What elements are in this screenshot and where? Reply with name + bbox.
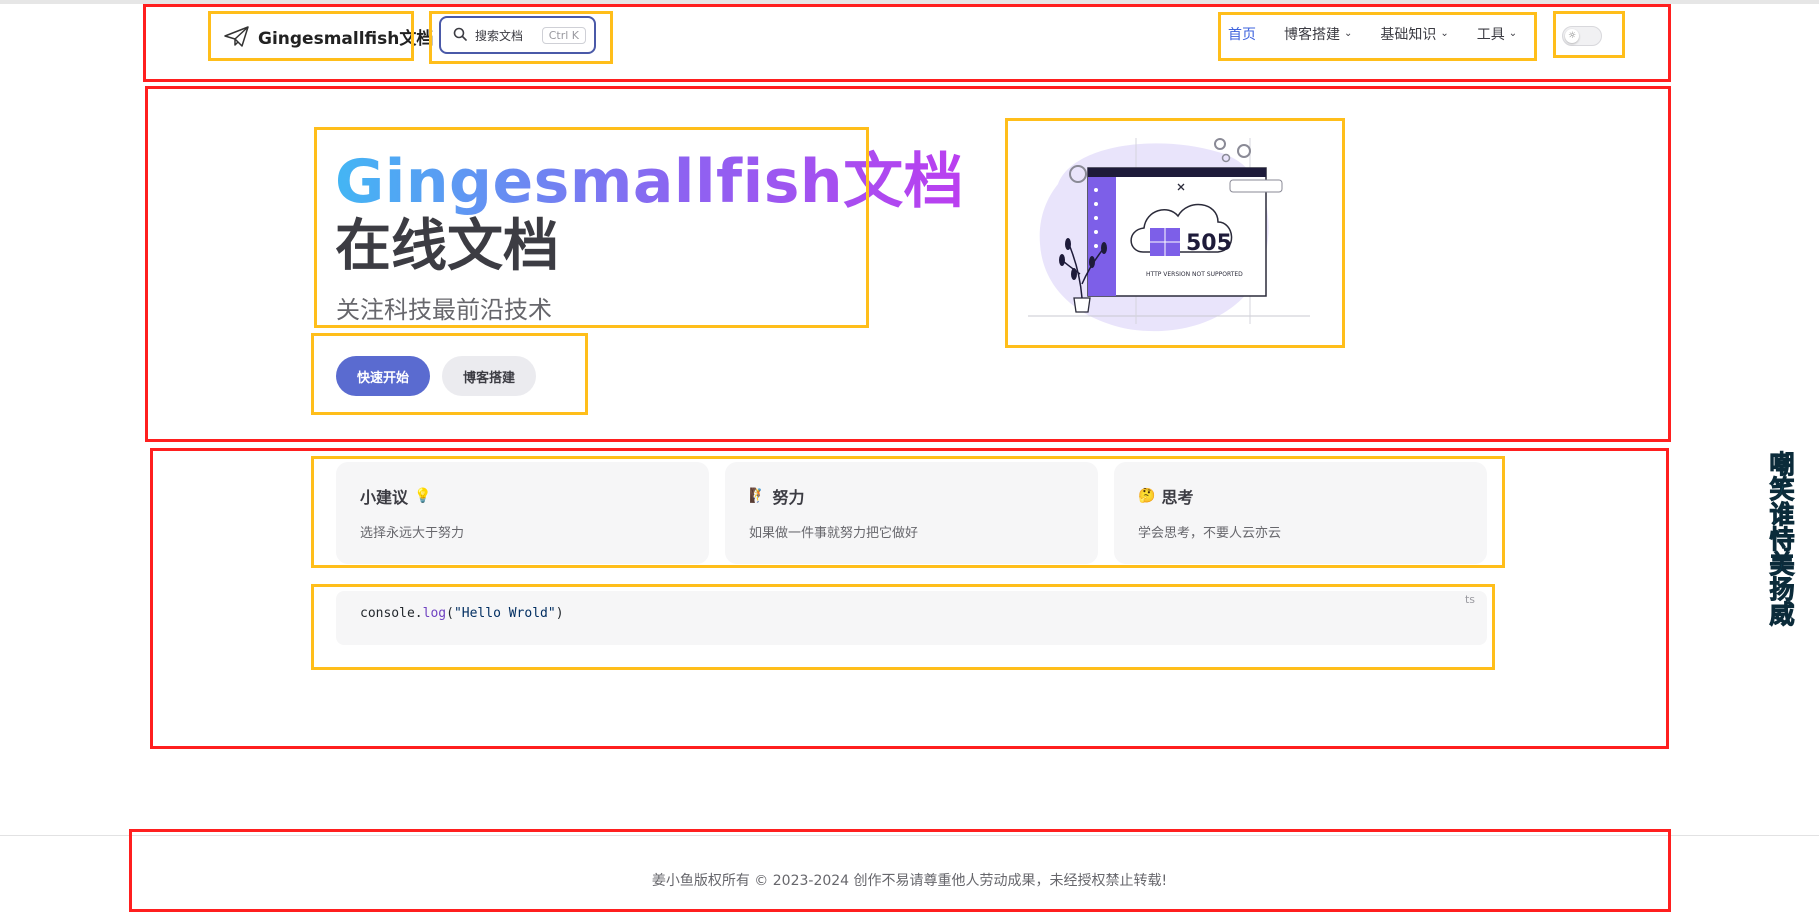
annotation-box-nav — [1218, 12, 1537, 61]
annotation-box-hero-image — [1005, 118, 1345, 348]
annotation-box-toggle — [1553, 11, 1625, 58]
annotation-box-footer — [129, 829, 1671, 912]
annotation-box-search — [429, 11, 613, 64]
annotation-box-code — [311, 584, 1495, 670]
annotation-box-hero-text — [314, 127, 869, 328]
side-slogan: 嘲笑谁恃美扬威 — [1766, 451, 1796, 627]
annotation-box-logo — [208, 11, 414, 61]
annotation-box-actions — [311, 333, 588, 415]
annotation-box-feature-cards — [311, 456, 1505, 568]
